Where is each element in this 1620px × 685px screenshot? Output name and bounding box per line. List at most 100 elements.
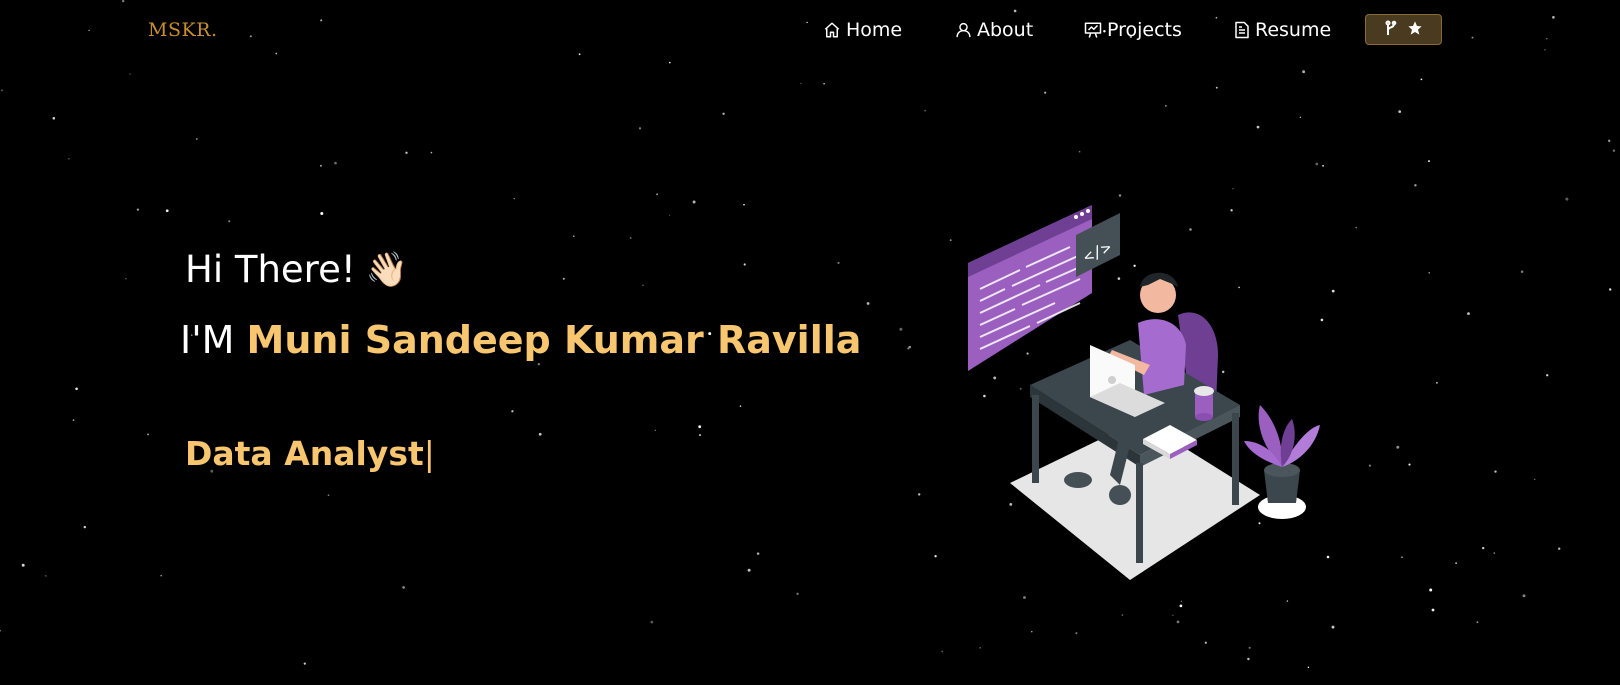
star — [656, 193, 659, 196]
star — [722, 112, 725, 116]
nav-home[interactable]: Home — [823, 17, 902, 43]
star — [327, 494, 330, 497]
star — [1078, 150, 1081, 153]
star — [650, 620, 654, 624]
star — [899, 327, 903, 331]
star — [83, 525, 87, 529]
star — [1429, 588, 1433, 592]
star — [924, 109, 926, 112]
star — [125, 277, 127, 280]
wave-hand-icon: 👋🏻 — [365, 249, 409, 290]
star — [511, 410, 514, 413]
star — [800, 82, 802, 85]
star — [823, 82, 825, 85]
star — [147, 433, 150, 436]
star — [1482, 546, 1485, 550]
star — [430, 151, 433, 154]
star — [1165, 105, 1167, 107]
hero-name: Muni Sandeep Kumar Ravilla — [246, 318, 862, 362]
star — [405, 151, 408, 154]
star — [1522, 594, 1526, 598]
nav-projects-label: Projects — [1107, 19, 1182, 41]
star — [796, 592, 799, 596]
git-fork-icon — [1385, 20, 1397, 40]
star — [45, 575, 47, 577]
cup — [1194, 386, 1214, 421]
star — [698, 425, 702, 429]
nav-about[interactable]: About — [955, 17, 1033, 43]
star — [1023, 596, 1026, 599]
star — [668, 61, 671, 64]
presentation-icon — [1084, 21, 1102, 39]
star — [1546, 374, 1549, 377]
star — [573, 235, 575, 237]
star — [979, 647, 981, 649]
star — [1558, 547, 1561, 550]
star — [1302, 70, 1306, 74]
code-window — [968, 205, 1092, 371]
star — [165, 209, 169, 213]
star — [538, 432, 542, 436]
star — [1428, 160, 1430, 163]
star — [1396, 445, 1400, 449]
star — [136, 208, 140, 211]
nav-resume[interactable]: Resume — [1234, 17, 1331, 43]
star — [1121, 614, 1124, 616]
star — [1256, 125, 1260, 129]
star — [303, 662, 306, 665]
star — [68, 158, 70, 160]
star — [1435, 381, 1438, 384]
intro-prefix: I'M — [180, 318, 235, 362]
star — [513, 197, 515, 200]
greeting-text: Hi There! — [185, 248, 356, 291]
star — [669, 214, 671, 216]
star — [1331, 625, 1335, 629]
star — [537, 363, 540, 366]
page: MSKR. Home About Projects Resume Hi Ther… — [0, 0, 1620, 685]
star — [1520, 270, 1524, 274]
star — [629, 236, 632, 239]
star — [1494, 470, 1497, 473]
star — [1215, 86, 1218, 89]
star — [129, 73, 131, 75]
star — [698, 434, 702, 437]
star — [1232, 188, 1234, 190]
star — [160, 574, 163, 577]
nav-projects[interactable]: Projects — [1084, 17, 1182, 43]
star — [228, 220, 231, 223]
nav-home-label: Home — [846, 19, 903, 41]
star — [747, 568, 751, 572]
github-star-fork-button[interactable] — [1365, 14, 1442, 45]
star — [1299, 116, 1302, 118]
star — [934, 555, 937, 558]
star — [1408, 463, 1411, 466]
potted-plant — [1244, 405, 1320, 519]
star — [1355, 226, 1357, 229]
star — [75, 387, 78, 391]
star — [1248, 646, 1251, 649]
hero-intro: I'M Muni Sandeep Kumar Ravilla — [180, 318, 861, 362]
star — [1322, 164, 1325, 167]
star — [1533, 478, 1536, 481]
star — [1044, 91, 1047, 94]
star — [1428, 271, 1431, 274]
star — [949, 239, 952, 242]
hero-role-typewriter: Data Analyst| — [185, 434, 435, 473]
star — [743, 263, 746, 266]
star — [402, 586, 405, 589]
star — [1315, 162, 1319, 166]
star — [334, 161, 337, 165]
site-logo[interactable]: MSKR. — [148, 19, 218, 41]
star — [1118, 194, 1122, 197]
star — [1286, 600, 1289, 602]
navbar: MSKR. Home About Projects Resume — [0, 0, 1620, 60]
star — [1179, 604, 1183, 608]
star — [642, 284, 644, 286]
star — [1075, 632, 1078, 635]
star — [1414, 184, 1417, 187]
star — [1320, 318, 1324, 322]
star — [1420, 78, 1423, 81]
star — [692, 200, 696, 204]
star — [21, 563, 25, 567]
star — [319, 164, 322, 167]
